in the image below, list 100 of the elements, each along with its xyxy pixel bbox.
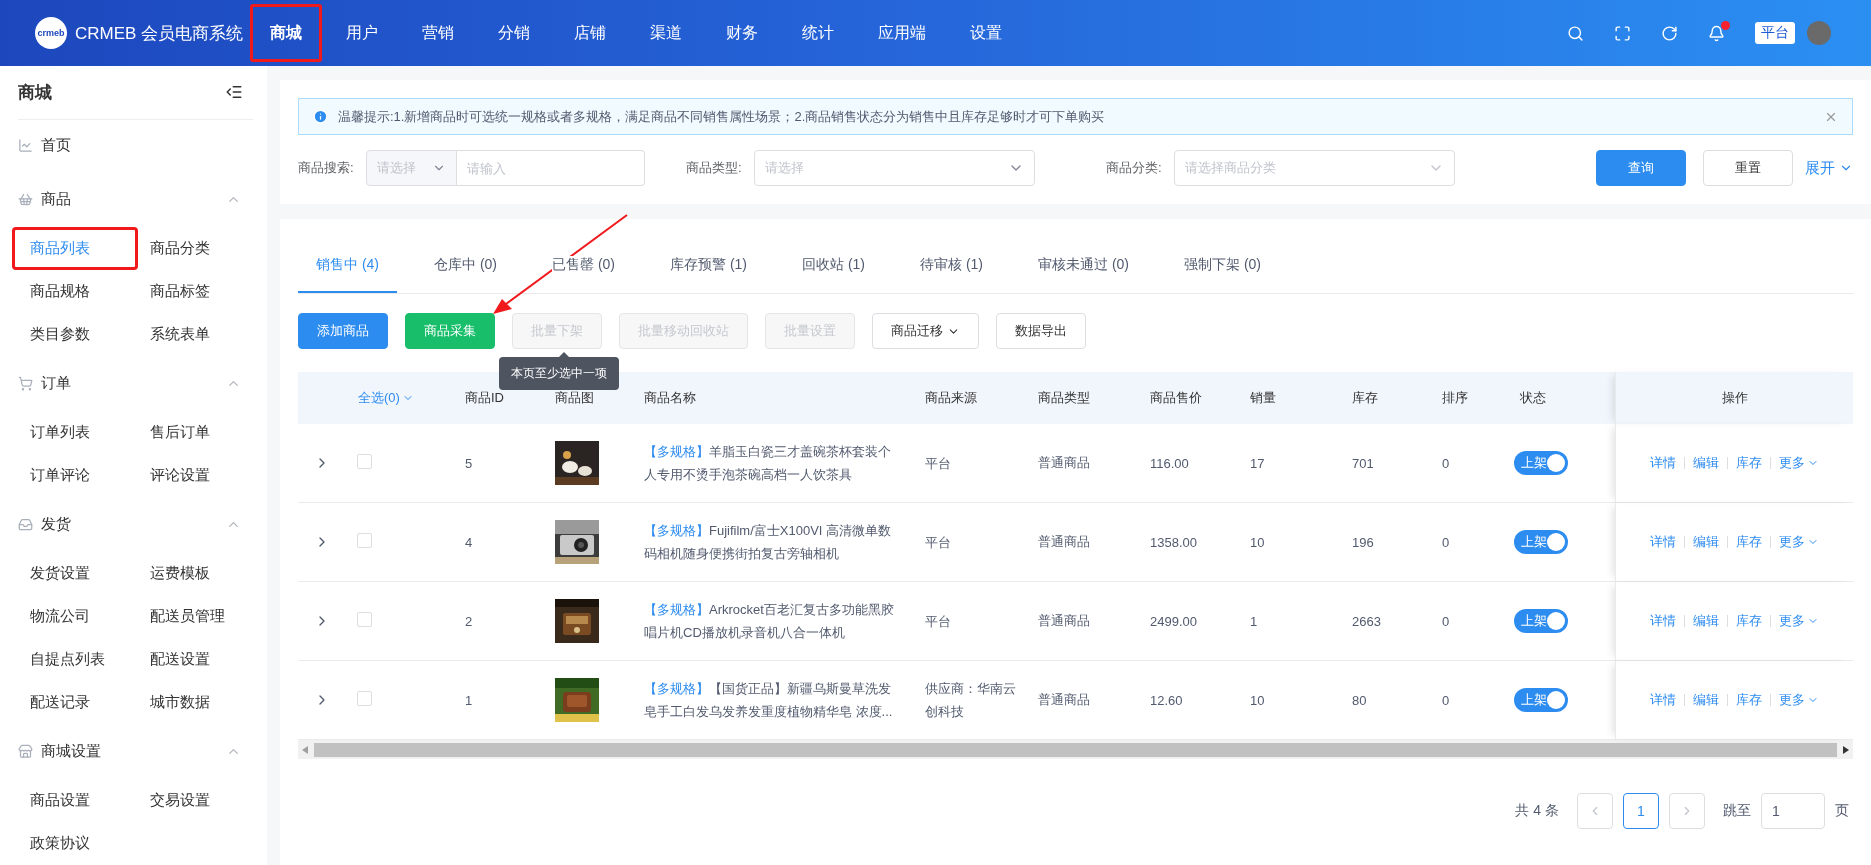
- status-switch[interactable]: 上架: [1514, 609, 1568, 633]
- nav-tab[interactable]: 用户: [326, 4, 398, 62]
- fullscreen-icon[interactable]: [1614, 24, 1631, 42]
- nav-tab[interactable]: 渠道: [630, 4, 702, 62]
- column-header: 状态: [1519, 389, 1547, 407]
- horizontal-scrollbar[interactable]: [298, 740, 1853, 759]
- scroll-right-icon[interactable]: [1843, 745, 1849, 754]
- column-header: 销量: [1249, 389, 1277, 407]
- table-cell-text: 0: [1441, 692, 1451, 708]
- menu-group[interactable]: 商城设置: [41, 742, 218, 761]
- action-link[interactable]: 更多: [1779, 691, 1819, 709]
- avatar[interactable]: [1807, 21, 1831, 45]
- table-cell-text: 12.60: [1149, 692, 1184, 708]
- column-header: 排序: [1441, 389, 1469, 407]
- status-tab[interactable]: 强制下架 (0): [1166, 239, 1279, 293]
- row-checkbox[interactable]: [357, 454, 372, 469]
- page-button[interactable]: 1: [1623, 793, 1659, 829]
- nav-tab[interactable]: 分销: [478, 4, 550, 62]
- nav-tab[interactable]: 店铺: [554, 4, 626, 62]
- platform-badge: 平台: [1755, 22, 1795, 44]
- status-switch[interactable]: 上架: [1514, 451, 1568, 475]
- action-link[interactable]: 更多: [1779, 612, 1819, 630]
- action-link[interactable]: 详情: [1650, 612, 1676, 630]
- column-header: 商品名称: [643, 389, 697, 407]
- query-button[interactable]: 查询: [1596, 150, 1686, 186]
- action-link[interactable]: 详情: [1650, 691, 1676, 709]
- basket-icon: [18, 192, 33, 207]
- nav-tab[interactable]: 商城: [250, 4, 322, 62]
- menu-item[interactable]: 商品列表: [12, 227, 138, 270]
- nav-tab[interactable]: 应用端: [858, 4, 946, 62]
- action-link[interactable]: 详情: [1650, 454, 1676, 472]
- menu-group[interactable]: 发货: [41, 515, 218, 534]
- next-page-button[interactable]: [1669, 793, 1705, 829]
- refresh-icon[interactable]: [1661, 24, 1678, 42]
- action-link[interactable]: 库存: [1736, 691, 1762, 709]
- reset-button[interactable]: 重置: [1703, 150, 1793, 186]
- home-link[interactable]: 首页: [41, 124, 71, 168]
- toolbar-button[interactable]: 数据导出: [996, 313, 1086, 349]
- table-cell-text: 5: [464, 455, 474, 471]
- nav-tab[interactable]: 财务: [706, 4, 778, 62]
- status-tab[interactable]: 回收站 (1): [784, 239, 883, 293]
- action-link[interactable]: 更多: [1779, 454, 1819, 472]
- action-link[interactable]: 编辑: [1693, 454, 1719, 472]
- status-tab[interactable]: 已售罄 (0): [534, 239, 633, 293]
- table-cell-text: 普通商品: [1037, 533, 1091, 551]
- table-cell-text: 1: [464, 692, 474, 708]
- nav-tab[interactable]: 统计: [782, 4, 854, 62]
- column-header: 操作: [1615, 372, 1853, 424]
- nav-tab[interactable]: 设置: [950, 4, 1022, 62]
- select-all[interactable]: 全选(0): [340, 389, 455, 407]
- table-cell-text: 0: [1441, 534, 1451, 550]
- cart-icon: [18, 376, 33, 391]
- status-tab[interactable]: 待审核 (1): [902, 239, 1001, 293]
- action-link[interactable]: 库存: [1736, 454, 1762, 472]
- status-tab[interactable]: 库存预警 (1): [652, 239, 765, 293]
- action-link[interactable]: 库存: [1736, 612, 1762, 630]
- filter-label: 商品搜索:: [298, 159, 354, 177]
- product-name: 【多规格】【国货正品】新疆乌斯曼草洗发皂手工白发乌发养发重度植物精华皂 浓度...: [643, 680, 894, 721]
- scroll-left-icon[interactable]: [302, 745, 308, 754]
- toolbar-button[interactable]: 商品迁移: [872, 313, 979, 349]
- product-name: 【多规格】Fujifilm/富士X100VI 高清微单数码相机随身便携街拍复古旁轴相机: [643, 522, 893, 563]
- row-checkbox[interactable]: [357, 533, 372, 548]
- table-cell-text: 2: [464, 613, 474, 629]
- action-link[interactable]: 库存: [1736, 533, 1762, 551]
- menu-group[interactable]: 商品: [41, 190, 218, 209]
- table-cell-text: 普通商品: [1037, 454, 1091, 472]
- search-field[interactable]: 请输入: [456, 150, 645, 186]
- action-link[interactable]: 详情: [1650, 533, 1676, 551]
- table-cell-text: 17: [1249, 455, 1266, 471]
- status-switch[interactable]: 上架: [1514, 688, 1568, 712]
- nav-tab[interactable]: 营销: [402, 4, 474, 62]
- action-link[interactable]: 编辑: [1693, 691, 1719, 709]
- menu-group[interactable]: 订单: [41, 374, 218, 393]
- table-cell-text: 196: [1351, 534, 1375, 550]
- row-checkbox[interactable]: [357, 691, 372, 706]
- action-link[interactable]: 编辑: [1693, 533, 1719, 551]
- toolbar-button[interactable]: 添加商品: [298, 313, 388, 349]
- table-cell-text: 普通商品: [1037, 691, 1091, 709]
- table-cell-text: 2499.00: [1149, 613, 1198, 629]
- action-link[interactable]: 更多: [1779, 533, 1819, 551]
- tooltip-pointer: [559, 352, 569, 357]
- notice-text: 温馨提示:1.新增商品时可选统一规格或者多规格，满足商品不同销售属性场景；2.商品销售状态分为销售中且库存足够时才可下单购买: [338, 107, 1106, 126]
- menu-item[interactable]: 政策协议: [12, 822, 138, 865]
- search-icon[interactable]: [1567, 24, 1584, 42]
- row-checkbox[interactable]: [357, 612, 372, 627]
- status-tab[interactable]: 审核未通过 (0): [1020, 239, 1147, 293]
- expand-link[interactable]: 展开: [1805, 158, 1853, 178]
- page-field[interactable]: 1: [1761, 793, 1825, 829]
- table-cell-text: 10: [1249, 534, 1266, 550]
- table-cell-text: 2663: [1351, 613, 1382, 629]
- table-cell-text: 1: [1249, 613, 1259, 629]
- filter-label: 商品类型:: [686, 159, 742, 177]
- status-tab[interactable]: 销售中 (4): [298, 239, 397, 293]
- status-tab[interactable]: 仓库中 (0): [416, 239, 515, 293]
- action-link[interactable]: 编辑: [1693, 612, 1719, 630]
- previous-page-button[interactable]: [1577, 793, 1613, 829]
- page-label: 页: [1835, 802, 1849, 820]
- table-cell-text: 80: [1351, 692, 1368, 708]
- bell-icon[interactable]: [1708, 24, 1725, 42]
- status-switch[interactable]: 上架: [1514, 530, 1568, 554]
